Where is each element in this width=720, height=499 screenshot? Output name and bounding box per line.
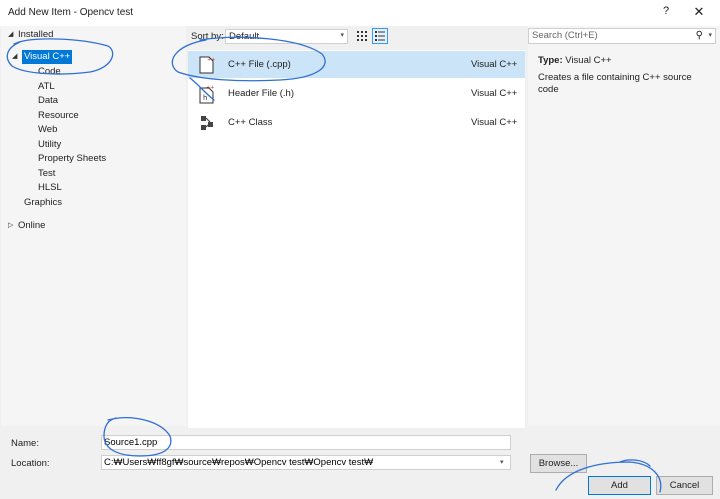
template-name: C++ File (.cpp) xyxy=(228,59,291,70)
add-button[interactable]: Add xyxy=(588,476,651,495)
svg-text:++: ++ xyxy=(206,85,214,91)
details-type: Type: Visual C++ xyxy=(538,55,612,66)
details-type-label: Type: xyxy=(538,55,563,66)
tree-item-label: Code xyxy=(38,66,61,77)
tree-item-label: Property Sheets xyxy=(38,153,107,164)
svg-text:++: ++ xyxy=(207,57,215,63)
tree-item-label: ATL xyxy=(38,80,55,92)
template-item-cpp-class[interactable]: C++ Class Visual C++ xyxy=(188,109,525,136)
search-input[interactable]: Search (Ctrl+E) ⚲ ▾ xyxy=(528,28,716,44)
template-name: C++ Class xyxy=(228,117,273,128)
tree-item-label: Graphics xyxy=(24,197,63,208)
expanded-caret-icon: ◢ xyxy=(8,31,14,38)
title-bar: Add New Item - Opencv test ? ✕ xyxy=(0,0,720,26)
location-input[interactable] xyxy=(101,455,511,470)
name-label: Name: xyxy=(11,438,39,449)
details-description: Creates a file containing C++ source cod… xyxy=(538,72,692,95)
template-type: Visual C++ xyxy=(471,59,518,70)
template-type: Visual C++ xyxy=(471,117,518,128)
template-item-cpp-file[interactable]: ++ C++ File (.cpp) Visual C++ xyxy=(188,51,525,78)
tree-item-label: Data xyxy=(38,95,59,106)
collapsed-caret-icon: ▷ xyxy=(8,222,14,229)
chevron-down-icon[interactable]: ▾ xyxy=(708,31,712,39)
expanded-caret-icon: ◢ xyxy=(12,53,18,60)
details-type-value: Visual C++ xyxy=(565,55,612,66)
name-input[interactable] xyxy=(101,435,511,450)
browse-button[interactable]: Browse... xyxy=(530,454,587,473)
location-label: Location: xyxy=(11,458,50,469)
search-icon[interactable]: ⚲ xyxy=(696,30,703,41)
template-type: Visual C++ xyxy=(471,88,518,99)
cancel-button[interactable]: Cancel xyxy=(656,476,713,495)
tree-item-label: Test xyxy=(38,167,56,179)
sort-dropdown-value: Default xyxy=(229,31,260,42)
template-item-header-file[interactable]: ++ h Header File (.h) Visual C++ xyxy=(188,80,525,107)
tree-item-label: Utility xyxy=(38,138,62,150)
chevron-down-icon[interactable]: ▾ xyxy=(500,458,504,466)
header-file-icon: ++ h xyxy=(199,85,214,104)
sort-label: Sort by: xyxy=(191,31,224,42)
cpp-file-icon: ++ xyxy=(199,56,215,74)
tree-item-label: Installed xyxy=(18,29,54,40)
tree-item-label: HLSL xyxy=(38,182,62,193)
window-title: Add New Item - Opencv test xyxy=(8,7,134,18)
help-icon[interactable]: ? xyxy=(658,5,674,21)
tree-item-label: Visual C++ xyxy=(22,50,73,64)
list-view-icon[interactable] xyxy=(372,28,388,44)
tree-item-label: Online xyxy=(18,220,46,231)
svg-text:h: h xyxy=(203,94,207,102)
tree-item-label: Web xyxy=(38,124,58,135)
close-icon[interactable]: ✕ xyxy=(690,4,708,22)
tree-item-label: Resource xyxy=(38,109,79,121)
search-placeholder: Search (Ctrl+E) xyxy=(532,30,598,41)
cpp-class-icon xyxy=(201,116,213,130)
chevron-down-icon: ▾ xyxy=(340,32,344,39)
grid-view-icon[interactable] xyxy=(354,28,370,44)
sort-dropdown[interactable]: Default ▾ xyxy=(225,29,348,44)
template-name: Header File (.h) xyxy=(228,88,294,99)
